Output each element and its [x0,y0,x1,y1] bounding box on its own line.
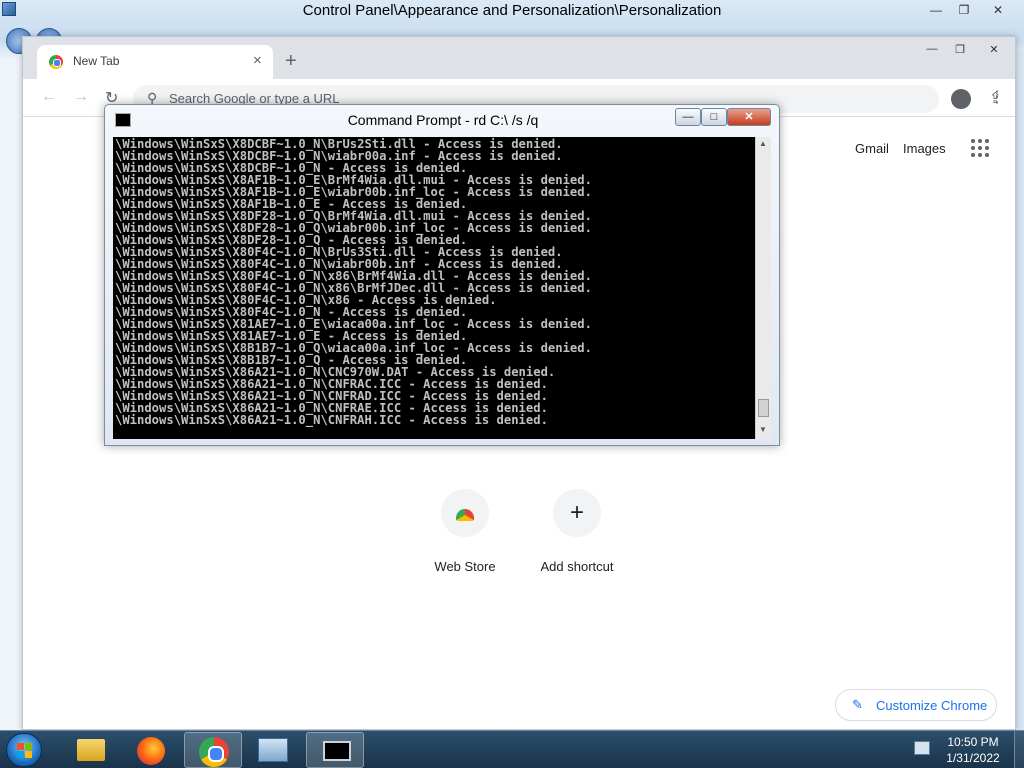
start-button[interactable] [6,733,42,767]
webstore-icon [456,509,474,521]
taskbar-cmd-button[interactable] [306,732,364,768]
tray-network-icon[interactable] [914,741,930,755]
shortcut-add[interactable]: + Add shortcut [522,489,632,574]
cmd-close-button[interactable]: ✕ [727,108,771,126]
network-icon [258,738,288,762]
add-icon: + [569,499,584,526]
gmail-link[interactable]: Gmail [855,141,889,156]
console-lines: \Windows\WinSxS\X8DCBF~1.0_N\BrUs2Sti.dl… [115,138,755,426]
console-scrollbar[interactable]: ▲ ▼ [755,137,771,439]
pencil-icon: ✎ [852,697,863,712]
control-panel-close-button[interactable]: ✕ [984,2,1012,20]
console-line: \Windows\WinSxS\X86A21~1.0_N\CNFRAH.ICC … [115,413,548,427]
cmd-minimize-button[interactable]: — [675,108,701,126]
shortcut-label: Add shortcut [540,559,614,574]
clock-time[interactable]: 10:50 PM [938,735,1008,749]
shortcut-tile: + [553,489,601,537]
new-tab-button[interactable]: + [285,50,297,73]
customize-chrome-label: Customize Chrome [876,698,988,713]
control-panel-title: Control Panel\Appearance and Personaliza… [302,2,722,19]
profile-avatar-icon[interactable] [951,89,971,109]
taskbar-control-panel-button[interactable] [244,732,302,768]
cmd-icon [323,741,351,761]
console-output[interactable]: \Windows\WinSxS\X8DCBF~1.0_N\BrUs2Sti.dl… [113,137,755,439]
back-arrow-icon[interactable]: ← [41,88,57,106]
scroll-up-arrow-icon[interactable]: ▲ [759,139,767,148]
images-link[interactable]: Images [903,141,946,156]
control-panel-maximize-button[interactable]: ❐ [950,2,978,20]
chrome-icon [199,737,229,767]
firefox-icon [137,737,165,765]
chrome-menu-icon[interactable]: ⋮ [989,87,1005,107]
chrome-close-button[interactable]: ✕ [981,43,1007,59]
command-prompt-window: Command Prompt - rd C:\ /s /q — □ ✕ \Win… [104,104,780,446]
cmd-maximize-button[interactable]: □ [701,108,727,126]
shortcut-web-store[interactable]: Web Store [410,489,520,574]
folder-icon [77,739,105,761]
taskbar-chrome-button[interactable] [184,732,242,768]
chrome-maximize-button[interactable]: ❐ [947,43,973,59]
control-panel-minimize-button[interactable]: — [922,2,950,20]
clock-date[interactable]: 1/31/2022 [938,751,1008,765]
taskbar-explorer-button[interactable] [62,732,120,768]
chrome-minimize-button[interactable]: — [919,43,945,59]
customize-chrome-button[interactable]: ✎ Customize Chrome [835,689,997,721]
show-desktop-button[interactable] [1014,731,1024,768]
tab-title: New Tab [73,54,120,68]
shortcut-tile [441,489,489,537]
shortcut-label: Web Store [434,559,496,574]
chrome-icon [49,55,63,69]
scroll-down-arrow-icon[interactable]: ▼ [759,425,767,434]
scroll-thumb[interactable] [758,399,769,417]
tab-new-tab[interactable]: New Tab × [37,45,273,79]
tab-close-icon[interactable]: × [253,52,262,69]
taskbar-firefox-button[interactable] [122,732,180,768]
taskbar: 10:50 PM 1/31/2022 [0,730,1024,768]
chrome-tab-bar: New Tab × + — ❐ ✕ [23,37,1015,79]
forward-arrow-icon[interactable]: → [73,88,89,106]
google-apps-icon[interactable] [971,139,991,159]
